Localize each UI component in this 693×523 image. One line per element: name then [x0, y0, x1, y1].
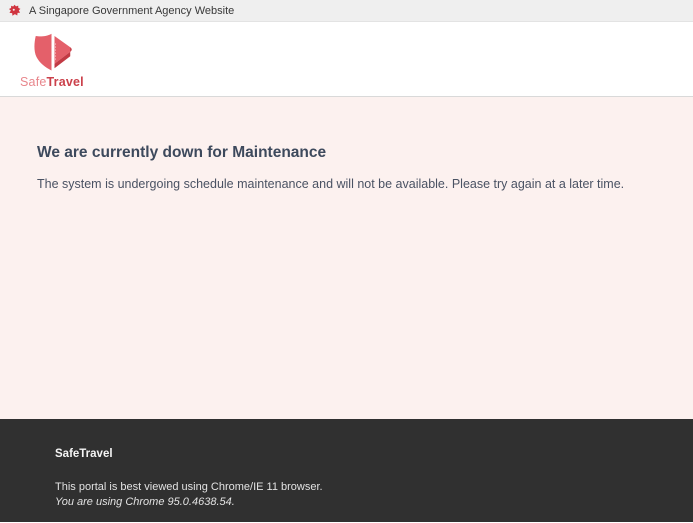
maintenance-panel: We are currently down for Maintenance Th… [0, 97, 693, 419]
safetravel-shield-icon [32, 30, 74, 75]
gov-banner: A Singapore Government Agency Website [0, 0, 693, 22]
gov-banner-text: A Singapore Government Agency Website [29, 5, 234, 17]
site-footer: SafeTravel This portal is best viewed us… [0, 419, 693, 522]
maintenance-heading: We are currently down for Maintenance [37, 144, 656, 162]
logo-travel-text: Travel [47, 75, 84, 89]
safetravel-logo-link[interactable]: SafeTravel [20, 30, 84, 89]
site-header: SafeTravel [0, 22, 693, 97]
footer-brand: SafeTravel [55, 448, 693, 460]
singapore-lion-icon [8, 4, 21, 17]
maintenance-message: The system is undergoing schedule mainte… [37, 176, 656, 194]
safetravel-logo-text: SafeTravel [20, 76, 84, 89]
footer-user-agent-note: You are using Chrome 95.0.4638.54. [55, 495, 693, 510]
footer-browser-note: This portal is best viewed using Chrome/… [55, 480, 693, 495]
logo-safe-text: Safe [20, 75, 47, 89]
